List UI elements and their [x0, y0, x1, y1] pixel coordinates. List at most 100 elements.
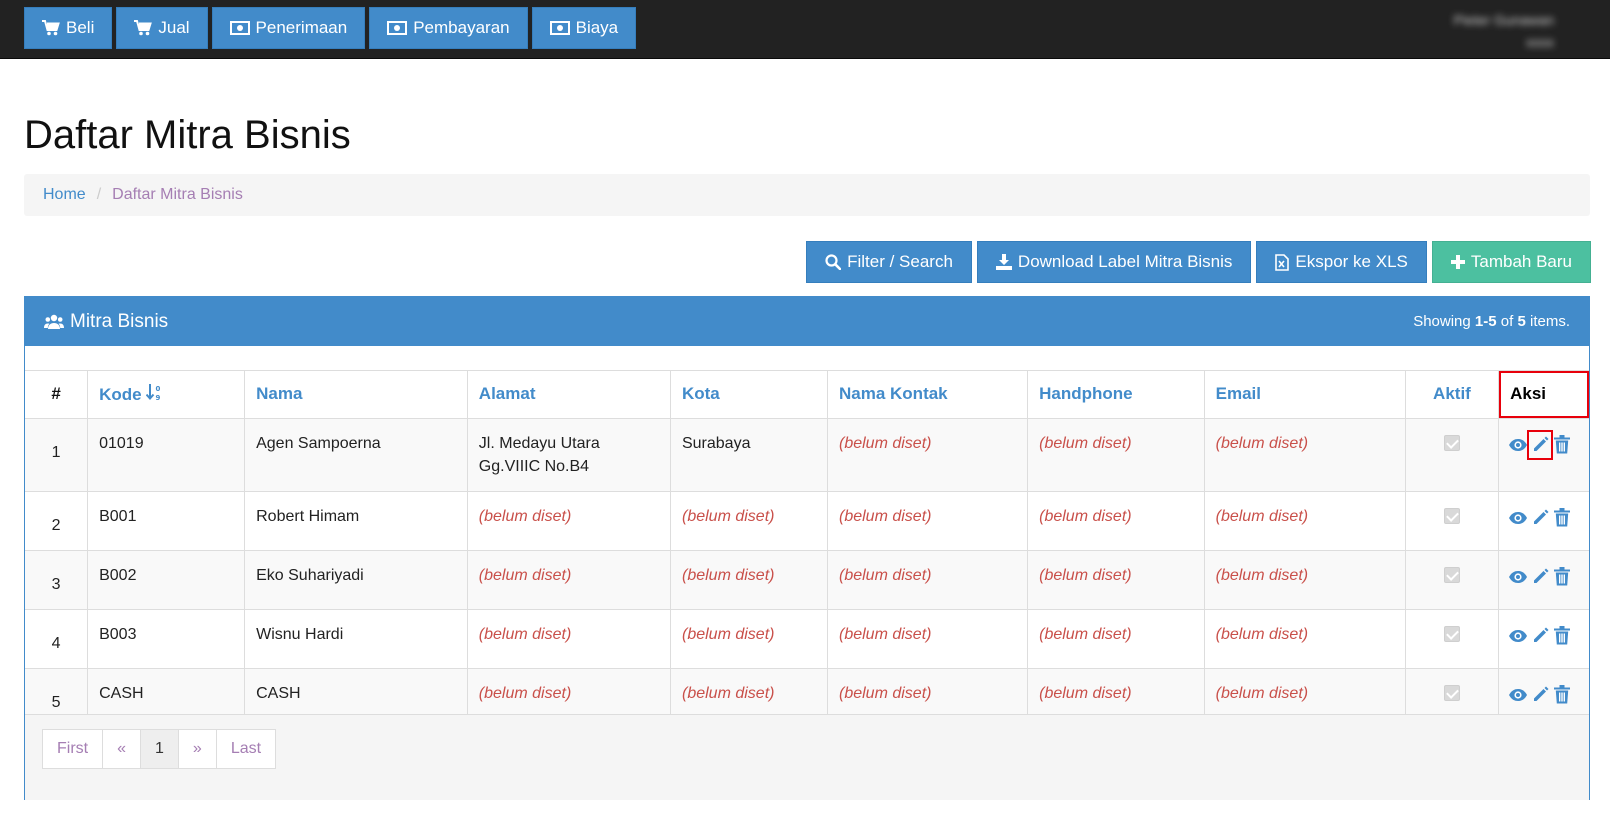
filter-search-button[interactable]: Filter / Search	[806, 241, 972, 283]
cell-actions	[1498, 549, 1589, 610]
active-checkbox	[1443, 507, 1460, 524]
summary-total: 5	[1517, 313, 1526, 330]
cell-email: (belum diset)	[1203, 608, 1406, 669]
download-label-button[interactable]: Download Label Mitra Bisnis	[976, 241, 1252, 283]
breadcrumb-current: Daftar Mitra Bisnis	[112, 186, 243, 203]
users-icon	[44, 314, 64, 330]
summary-range: 1-5	[1474, 313, 1497, 330]
delete-icon[interactable]	[1551, 505, 1573, 531]
mitra-bisnis-panel: Mitra Bisnis Showing 1-5 of 5 items. # K…	[24, 296, 1590, 800]
panel-title-text: Mitra Bisnis	[70, 310, 169, 332]
nav-pembayaran-button[interactable]: Pembayaran	[369, 7, 528, 49]
table-row: 4 B003 Wisnu Hardi (belum diset) (belum dise…	[25, 608, 1589, 669]
nav-biaya-button[interactable]: Biaya	[531, 7, 637, 49]
cell-nama-kontak: (belum diset)	[826, 549, 1029, 610]
pagination-prev[interactable]: «	[102, 729, 142, 769]
cell-email: (belum diset)	[1203, 549, 1406, 610]
summary-suffix: items.	[1525, 313, 1570, 330]
user-info-blurred[interactable]: Pieter Gunawan xxxx	[1454, 9, 1554, 53]
toolbar: Filter / Search Download Label Mitra Bis…	[806, 241, 1591, 283]
view-icon[interactable]	[1507, 623, 1529, 649]
delete-icon[interactable]	[1551, 432, 1573, 458]
cell-nama-kontak: (belum diset)	[826, 417, 1029, 492]
filter-search-label: Filter / Search	[847, 252, 953, 271]
pagination-next[interactable]: »	[177, 729, 217, 769]
cell-nama: Agen Sampoerna	[244, 417, 468, 492]
breadcrumb-separator: /	[96, 186, 102, 203]
pagination-current-page[interactable]: 1	[140, 729, 179, 769]
pagination-area: First « 1 » Last	[25, 715, 1589, 800]
column-header-handphone[interactable]: Handphone	[1027, 371, 1205, 419]
cell-number: 2	[25, 490, 89, 551]
view-icon[interactable]	[1507, 564, 1529, 590]
cell-number: 4	[25, 608, 89, 669]
cell-handphone: (belum diset)	[1027, 490, 1205, 551]
user-detail: xxxx	[1526, 34, 1554, 50]
column-header-nama-kontak[interactable]: Nama Kontak	[826, 371, 1029, 419]
active-checkbox	[1443, 625, 1460, 642]
footer-spacer	[25, 690, 1589, 715]
add-new-button[interactable]: Tambah Baru	[1431, 241, 1591, 283]
breadcrumb: Home / Daftar Mitra Bisnis	[24, 174, 1590, 216]
cell-aktif	[1404, 549, 1500, 610]
column-header-email[interactable]: Email	[1203, 371, 1406, 419]
svg-text:9: 9	[156, 394, 161, 402]
export-xls-button[interactable]: Ekspor ke XLS	[1256, 241, 1427, 283]
panel-footer: First « 1 » Last	[25, 690, 1589, 800]
panel-title: Mitra Bisnis	[44, 311, 168, 333]
cell-email: (belum diset)	[1203, 417, 1406, 492]
column-header-kode-label: Kode	[99, 384, 142, 404]
page-title: Daftar Mitra Bisnis	[24, 113, 351, 157]
nav-jual-button[interactable]: Jual	[116, 7, 208, 49]
cell-handphone: (belum diset)	[1027, 549, 1205, 610]
panel-header: Mitra Bisnis Showing 1-5 of 5 items.	[25, 297, 1589, 346]
top-nav-buttons: Beli Jual Penerimaan Pembayaran Biaya	[24, 7, 637, 49]
cell-alamat: (belum diset)	[466, 490, 671, 551]
breadcrumb-home-link[interactable]: Home	[43, 186, 86, 204]
column-header-aktif[interactable]: Aktif	[1404, 371, 1500, 419]
nav-penerimaan-button[interactable]: Penerimaan	[211, 7, 366, 49]
table-header-row: # Kode 09 Nama Alamat Kota Nama Kontak H…	[25, 371, 1589, 419]
edit-icon[interactable]	[1529, 564, 1551, 590]
cell-nama-kontak: (belum diset)	[826, 490, 1029, 551]
cell-kode: B002	[87, 549, 246, 610]
mitra-bisnis-table: # Kode 09 Nama Alamat Kota Nama Kontak H…	[25, 371, 1589, 728]
nav-penerimaan-label: Penerimaan	[255, 18, 348, 37]
column-header-nama[interactable]: Nama	[244, 371, 468, 419]
cell-aktif	[1404, 608, 1500, 669]
cell-handphone: (belum diset)	[1027, 417, 1205, 492]
cell-nama-kontak: (belum diset)	[826, 608, 1029, 669]
svg-text:0: 0	[156, 385, 161, 393]
top-navbar: Beli Jual Penerimaan Pembayaran Biaya Pi…	[0, 0, 1610, 59]
edit-icon[interactable]	[1529, 623, 1551, 649]
delete-icon[interactable]	[1551, 623, 1573, 649]
nav-jual-label: Jual	[158, 18, 190, 37]
pagination: First « 1 » Last	[42, 729, 1589, 769]
view-icon[interactable]	[1507, 505, 1529, 531]
nav-beli-button[interactable]: Beli	[24, 7, 113, 49]
download-icon	[995, 254, 1012, 270]
pagination-last[interactable]: Last	[215, 729, 277, 769]
cell-alamat: Jl. Medayu Utara Gg.VIIIC No.B4	[466, 417, 671, 492]
column-header-kode[interactable]: Kode 09	[87, 371, 246, 419]
cell-nama: Eko Suhariyadi	[244, 549, 468, 610]
panel-spacer	[25, 346, 1589, 371]
pagination-first[interactable]: First	[42, 729, 104, 769]
plus-icon	[1450, 255, 1465, 269]
column-header-kota[interactable]: Kota	[669, 371, 829, 419]
cell-nama: Robert Himam	[244, 490, 468, 551]
summary-prefix: Showing	[1413, 313, 1475, 330]
items-summary: Showing 1-5 of 5 items.	[1413, 313, 1570, 330]
nav-biaya-label: Biaya	[575, 18, 619, 37]
cell-kode: 01019	[87, 417, 246, 492]
active-checkbox	[1443, 434, 1460, 451]
cart-icon	[134, 20, 153, 36]
column-header-aksi: Aksi	[1498, 371, 1589, 419]
edit-icon[interactable]	[1527, 429, 1554, 460]
view-icon[interactable]	[1507, 432, 1529, 458]
column-header-alamat[interactable]: Alamat	[466, 371, 671, 419]
cell-email: (belum diset)	[1203, 490, 1406, 551]
add-new-label: Tambah Baru	[1470, 252, 1572, 271]
delete-icon[interactable]	[1551, 564, 1573, 590]
edit-icon[interactable]	[1529, 505, 1551, 531]
